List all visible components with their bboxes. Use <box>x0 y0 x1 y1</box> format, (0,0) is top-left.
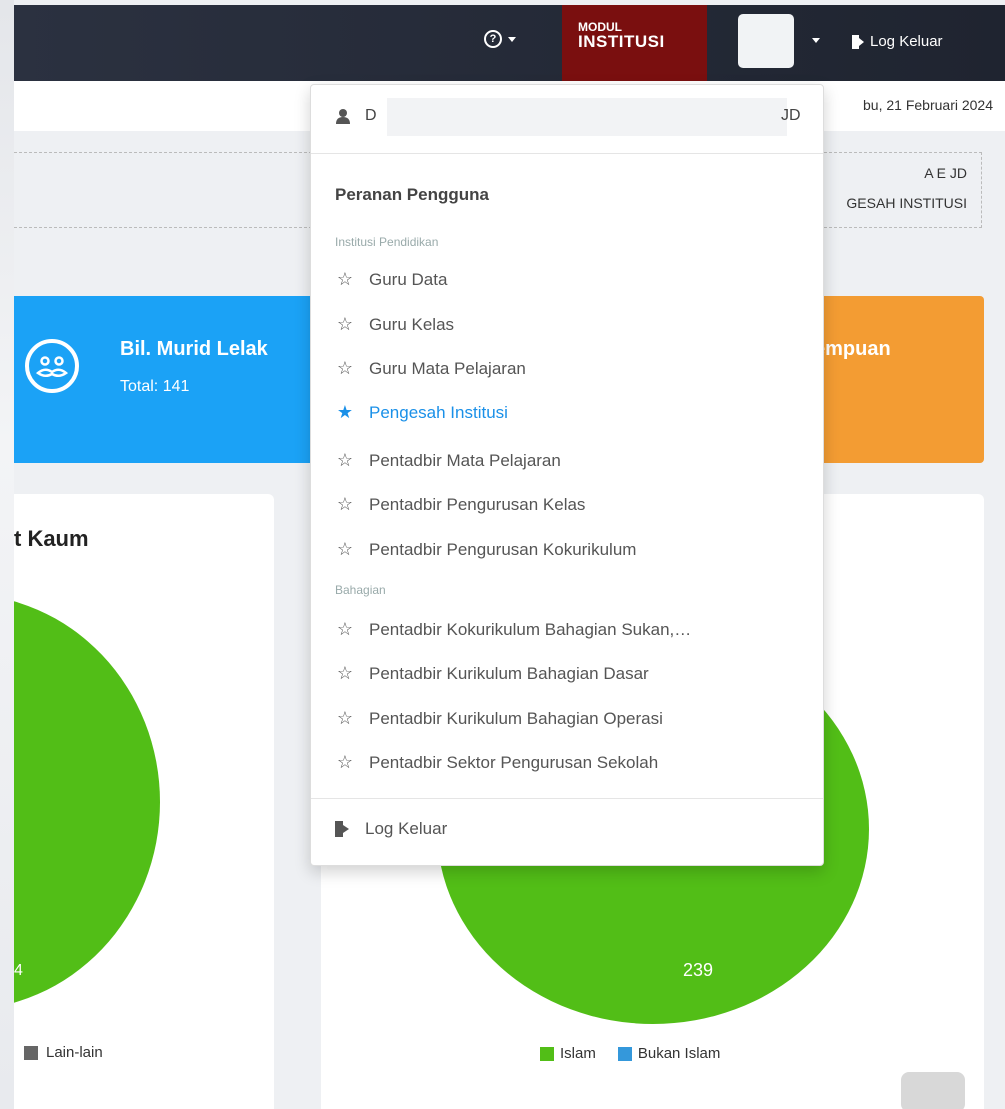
logout-link[interactable]: Log Keluar <box>852 33 943 50</box>
legend-label-non-islam[interactable]: Bukan Islam <box>638 1045 721 1062</box>
star-outline-icon: ☆ <box>336 450 354 470</box>
role-label: Pengesah Institusi <box>369 402 508 422</box>
role-item-pentadbir-kurikulum-bahagian-operasi[interactable]: ☆ Pentadbir Kurikulum Bahagian Operasi <box>335 708 663 729</box>
star-outline-icon: ☆ <box>336 494 354 514</box>
role-label: Pentadbir Pengurusan Kokurikulum <box>369 539 637 559</box>
role-label: Pentadbir Kurikulum Bahagian Dasar <box>369 663 649 683</box>
star-outline-icon: ☆ <box>336 752 354 772</box>
dropdown-user-suffix: JD <box>781 107 801 124</box>
role-item-pentadbir-kurikulum-bahagian-dasar[interactable]: ☆ Pentadbir Kurikulum Bahagian Dasar <box>335 663 649 684</box>
race-pie-slice <box>14 594 160 1010</box>
role-item-guru-mata-pelajaran[interactable]: ☆ Guru Mata Pelajaran <box>335 358 526 379</box>
role-item-pengesah-institusi[interactable]: ★ Pengesah Institusi <box>335 402 508 423</box>
religion-legend: Islam Bukan Islam <box>540 1045 720 1062</box>
dropdown-divider <box>311 798 823 799</box>
dropdown-user-row: D JD <box>335 98 801 136</box>
role-label: Pentadbir Pengurusan Kelas <box>369 494 586 514</box>
star-outline-icon: ☆ <box>336 619 354 639</box>
logout-icon <box>335 821 349 837</box>
legend-label-islam[interactable]: Islam <box>560 1045 596 1062</box>
role-label: Guru Kelas <box>369 314 455 334</box>
female-card-title: empuan <box>814 338 891 360</box>
role-item-pentadbir-pengurusan-kokurikulum[interactable]: ☆ Pentadbir Pengurusan Kokurikulum <box>335 539 637 560</box>
module-label: INSTITUSI <box>578 32 665 51</box>
mustache-face-icon <box>24 338 80 399</box>
dropdown-user-initial: D <box>365 107 377 124</box>
dropdown-heading: Peranan Pengguna <box>335 185 489 204</box>
race-chart-panel: t Kaum 4 Lain-lain <box>14 494 274 1109</box>
legend-swatch-non-islam <box>617 1046 632 1061</box>
star-outline-icon: ☆ <box>336 539 354 559</box>
race-chart-title: t Kaum <box>14 526 89 551</box>
legend-swatch <box>24 1045 38 1060</box>
role-label: Guru Mata Pelajaran <box>369 358 526 378</box>
scroll-top-button[interactable] <box>901 1072 965 1109</box>
role-item-guru-data[interactable]: ☆ Guru Data <box>335 269 448 290</box>
race-pie-label: 4 <box>14 962 23 979</box>
race-legend-item[interactable]: Lain-lain <box>24 1044 103 1061</box>
question-circle-icon: ? <box>484 30 502 48</box>
role-label: Pentadbir Mata Pelajaran <box>369 450 561 470</box>
star-outline-icon: ☆ <box>336 314 354 334</box>
avatar[interactable] <box>738 14 794 68</box>
user-role-dropdown: D JD Peranan Pengguna Institusi Pendidik… <box>310 84 824 866</box>
role-label: Guru Data <box>369 269 448 289</box>
star-outline-icon: ☆ <box>336 663 354 683</box>
role-item-guru-kelas[interactable]: ☆ Guru Kelas <box>335 314 454 335</box>
role-label: Pentadbir Sektor Pengurusan Sekolah <box>369 752 659 772</box>
role-label: Pentadbir Kokurikulum Bahagian Sukan,… <box>369 619 692 639</box>
legend-label: Lain-lain <box>46 1044 103 1061</box>
dropdown-divider <box>311 153 823 154</box>
info-line-2: GESAH INSTITUSI <box>846 195 967 211</box>
star-outline-icon: ☆ <box>336 708 354 728</box>
logout-icon <box>852 34 864 49</box>
group-label-bahagian: Bahagian <box>335 583 386 597</box>
role-label: Pentadbir Kurikulum Bahagian Operasi <box>369 708 663 728</box>
current-date: bu, 21 Februari 2024 <box>863 97 993 113</box>
dropdown-logout-label: Log Keluar <box>365 819 448 838</box>
user-menu-caret-icon[interactable] <box>812 38 820 43</box>
star-outline-icon: ☆ <box>336 269 354 289</box>
redacted-username <box>387 98 787 136</box>
star-filled-icon: ★ <box>336 402 354 422</box>
legend-swatch-islam <box>540 1046 554 1061</box>
dropdown-logout-item[interactable]: Log Keluar <box>335 819 447 839</box>
role-item-pentadbir-kokurikulum-bahagian-sukan[interactable]: ☆ Pentadbir Kokurikulum Bahagian Sukan,… <box>335 619 691 640</box>
role-item-pentadbir-sektor-pengurusan-sekolah[interactable]: ☆ Pentadbir Sektor Pengurusan Sekolah <box>335 752 658 773</box>
left-edge <box>0 0 14 1109</box>
logout-label: Log Keluar <box>870 33 943 50</box>
religion-pie-label: 239 <box>683 960 714 980</box>
male-card-total: Total: 141 <box>120 378 190 395</box>
star-outline-icon: ☆ <box>336 358 354 378</box>
module-badge[interactable]: MODUL INSTITUSI <box>562 5 707 81</box>
male-card-title: Bil. Murid Lelak <box>120 338 268 360</box>
group-label-institusi: Institusi Pendidikan <box>335 235 439 249</box>
user-icon <box>336 109 350 124</box>
help-menu-button[interactable]: ? <box>484 30 516 48</box>
role-item-pentadbir-pengurusan-kelas[interactable]: ☆ Pentadbir Pengurusan Kelas <box>335 494 586 515</box>
info-line-1: A E JD <box>924 165 967 181</box>
role-item-pentadbir-mata-pelajaran[interactable]: ☆ Pentadbir Mata Pelajaran <box>335 450 561 471</box>
caret-down-icon <box>508 36 516 42</box>
